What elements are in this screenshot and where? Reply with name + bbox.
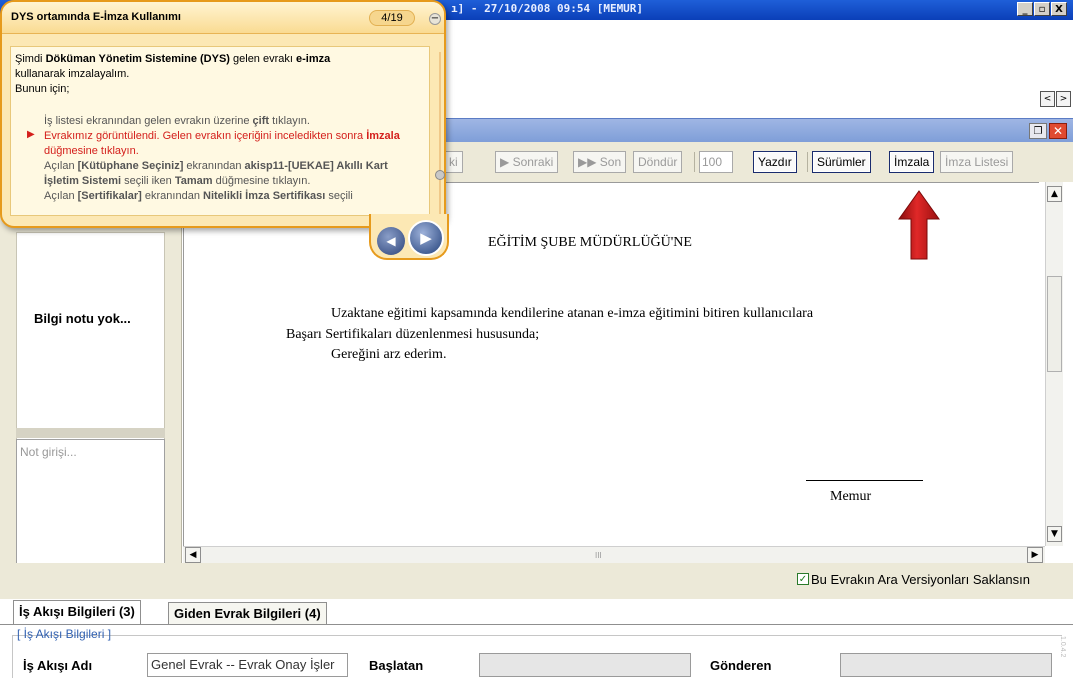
starter-label: Başlatan	[369, 658, 424, 673]
step-text: ekranından	[183, 160, 245, 172]
document-close-button[interactable]: ✕	[1049, 123, 1067, 139]
signature-name: Memur	[830, 489, 872, 504]
workflow-name-label: İş Akışı Adı	[23, 658, 93, 673]
previous-button[interactable]: ki	[444, 151, 463, 173]
maximize-button[interactable]: ▫	[1034, 2, 1050, 16]
starter-field[interactable]	[479, 653, 691, 677]
tutorial-prev-button[interactable]: ◀	[377, 227, 405, 255]
tutorial-minimize-button[interactable]: −	[429, 13, 441, 25]
version-text: 1.0.4.2	[1059, 636, 1066, 658]
tutorial-text: gelen evrakı	[229, 53, 296, 65]
tutorial-text: Bunun için;	[15, 83, 70, 95]
horizontal-scrollbar[interactable]: ◀ III ▶	[183, 546, 1045, 563]
window-controls: _ ▫ X	[1017, 2, 1067, 16]
tutorial-step: İş listesi ekranından gelen evrakın üzer…	[44, 114, 424, 129]
keep-versions-checkbox[interactable]: ✓	[797, 573, 809, 585]
workflow-group-legend: [ İş Akışı Bilgileri ]	[17, 627, 112, 641]
zoom-input[interactable]: 100	[699, 151, 733, 173]
sign-button[interactable]: İmzala	[889, 151, 935, 173]
tutorial-text-bold: Döküman Yönetim Sistemine (DYS)	[45, 53, 230, 65]
sender-field[interactable]	[840, 653, 1052, 677]
tutorial-text: kullanarak imzalayalım.	[15, 68, 130, 80]
step-text: ekranından	[141, 190, 203, 202]
step-text: Evrakımız görüntülendi. Gelen evrakın iç…	[44, 130, 367, 142]
restore-button[interactable]: ❐	[1029, 123, 1047, 139]
signature-line	[806, 480, 923, 481]
step-text-bold: Nitelikli İmza Sertifikası	[203, 190, 326, 202]
sender-label: Gönderen	[710, 658, 772, 673]
document-paragraph: Uzaktane eğitimi kapsamında kendilerine …	[331, 306, 814, 321]
versions-button[interactable]: Sürümler	[812, 151, 871, 173]
nav-arrows: < >	[1040, 91, 1071, 107]
tutorial-text: Şimdi	[15, 53, 46, 65]
step-text: Açılan	[44, 160, 78, 172]
scroll-down-icon[interactable]: ▼	[1047, 526, 1062, 542]
step-text: tıklayın.	[269, 115, 310, 127]
tutorial-scroll-track	[439, 52, 441, 214]
tutorial-step: Açılan [Sertifikalar] ekranından Nitelik…	[44, 189, 424, 204]
step-text-bold: çift	[252, 115, 270, 127]
tutorial-step-current: Evrakımız görüntülendi. Gelen evrakın iç…	[44, 129, 424, 159]
step-text: seçili	[325, 190, 353, 202]
document-paragraph: Başarı Sertifikaları düzenlenmesi hususu…	[286, 327, 540, 342]
minimize-button[interactable]: _	[1017, 2, 1033, 16]
nav-prev-button[interactable]: <	[1040, 91, 1055, 107]
scroll-left-icon[interactable]: ◀	[185, 547, 201, 563]
scroll-up-icon[interactable]: ▲	[1047, 186, 1062, 202]
tab-outgoing-docs[interactable]: Giden Evrak Bilgileri (4)	[168, 602, 327, 624]
tutorial-step: Açılan [Kütüphane Seçiniz] ekranından ak…	[44, 159, 424, 189]
tutorial-next-button[interactable]: ▶	[408, 220, 444, 256]
note-input[interactable]: Not girişi...	[16, 439, 165, 576]
last-button[interactable]: ▶▶ Son	[573, 151, 627, 173]
step-text: Açılan	[44, 190, 78, 202]
red-arrow-icon	[898, 190, 940, 260]
keep-versions-label: Bu Evrakın Ara Versiyonları Saklansın	[811, 572, 1030, 587]
step-text-bold: [Sertifikalar]	[77, 190, 142, 202]
rotate-button[interactable]: Döndür	[633, 151, 683, 173]
step-text: İş listesi ekranından gelen evrakın üzer…	[44, 115, 253, 127]
step-text: düğmesine tıklayın.	[212, 175, 311, 187]
tab-workflow-info[interactable]: İş Akışı Bilgileri (3)	[13, 600, 141, 625]
workflow-name-field[interactable]: Genel Evrak -- Evrak Onay İşler	[147, 653, 348, 677]
tab-divider	[0, 624, 1073, 625]
step-text-bold: [Kütüphane Seçiniz]	[77, 160, 184, 172]
scroll-right-icon[interactable]: ▶	[1027, 547, 1043, 563]
print-button[interactable]: Yazdır	[753, 151, 797, 173]
step-text-bold: İmzala	[366, 130, 400, 142]
current-step-bullet-icon: ▶	[27, 129, 35, 140]
tutorial-header: DYS ortamında E-İmza Kullanımı 4/19 −	[2, 2, 444, 34]
tutorial-scrollbar[interactable]	[435, 52, 445, 214]
tutorial-scroll-knob[interactable]	[435, 170, 445, 180]
window-title: ı] - 27/10/2008 09:54 [MEMUR]	[451, 2, 644, 15]
tutorial-step-counter: 4/19	[369, 10, 415, 26]
vertical-scrollbar[interactable]: ▲ ▼	[1045, 182, 1063, 546]
close-button[interactable]: X	[1051, 2, 1067, 16]
toolbar-separator	[807, 152, 808, 172]
tutorial-intro: Şimdi Döküman Yönetim Sistemine (DYS) ge…	[15, 52, 415, 97]
next-button[interactable]: ▶ Sonraki	[495, 151, 559, 173]
document-heading: EĞİTİM ŞUBE MÜDÜRLÜĞÜ'NE	[488, 235, 692, 250]
sign-list-button[interactable]: İmza Listesi	[940, 151, 1014, 173]
document-paragraph: Gereğini arz ederim.	[331, 347, 447, 362]
tutorial-title: DYS ortamında E-İmza Kullanımı	[11, 11, 181, 23]
step-text: düğmesine tıklayın.	[44, 145, 139, 157]
step-text: seçili iken	[121, 175, 175, 187]
panel-divider	[16, 428, 165, 438]
nav-next-button[interactable]: >	[1056, 91, 1071, 107]
scroll-grip: III	[595, 551, 602, 560]
info-note-text: Bilgi notu yok...	[34, 311, 131, 326]
toolbar-separator	[694, 152, 695, 172]
scroll-thumb[interactable]	[1047, 276, 1062, 372]
tutorial-steps: İş listesi ekranından gelen evrakın üzer…	[44, 114, 424, 204]
step-text-bold: Tamam	[174, 175, 213, 187]
tutorial-popup: DYS ortamında E-İmza Kullanımı 4/19 − Şi…	[0, 0, 446, 228]
tutorial-text-bold: e-imza	[296, 53, 331, 65]
document-window-controls: ❐ ✕	[1029, 123, 1067, 139]
